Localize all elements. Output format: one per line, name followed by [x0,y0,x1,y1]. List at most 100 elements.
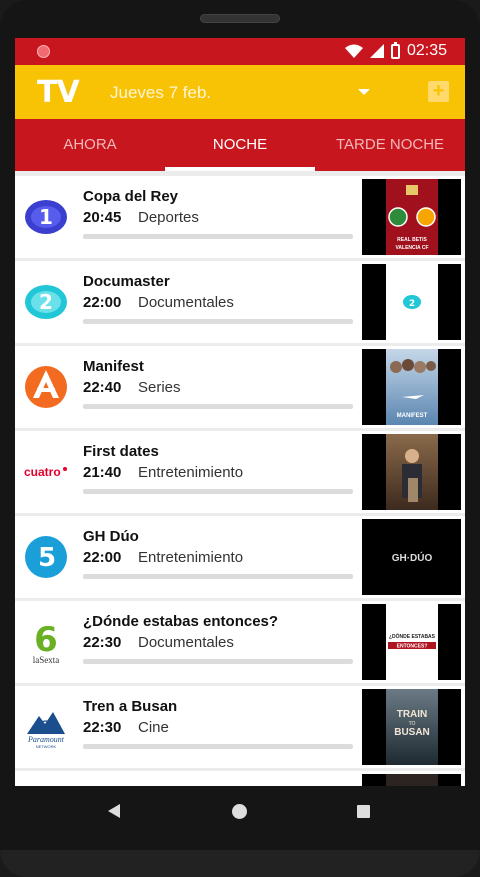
progress-bar [83,234,353,239]
program-genre: Deportes [138,209,199,226]
program-genre: Cine [138,719,169,736]
program-time: 20:45 [83,209,122,226]
time-tabs: AHORA NOCHE TARDE NOCHE [15,119,465,171]
program-genre: Documentales [138,634,234,651]
notification-icon [37,45,50,58]
thumbnail-image: 2 [403,295,421,309]
program-thumbnail [362,774,461,786]
svg-text:MANIFEST: MANIFEST [397,413,428,419]
program-genre: Entretenimiento [138,549,244,566]
antena3-logo-icon [25,366,67,408]
svg-text:laSexta: laSexta [33,655,60,665]
status-icons: 02:35 [344,41,447,60]
thumbnail-image: TRAIN TO BUSAN [394,709,430,738]
program-title: GH Dúo [83,528,139,545]
app-screen: 02:35 TV Jueves 7 feb. + AHORA NOCHE TAR… [15,38,465,786]
program-thumbnail: MANIFEST [362,349,461,425]
cuatro-logo-icon: cuatro [24,465,67,479]
program-thumbnail: GH·DÚO [362,519,461,595]
phone-speaker [200,14,280,23]
svg-text:cuatro: cuatro [24,465,61,479]
list-item[interactable]: 1 Copa del Rey 20:45 Deportes REAL BETIS… [15,176,465,258]
svg-text:1: 1 [39,205,53,229]
la2-logo-icon: 2 [25,285,67,319]
svg-text:Paramount: Paramount [27,735,65,744]
program-title: Tren a Busan [83,698,178,715]
back-icon[interactable] [108,804,120,818]
svg-text:BUSAN: BUSAN [394,727,430,738]
svg-text:5: 5 [38,543,56,573]
app-logo: TV [37,75,80,110]
program-genre: Documentales [138,294,234,311]
list-item[interactable]: 6 laSexta ¿Dónde estabas entonces? 22:30… [15,601,465,683]
thumbnail-image: REAL BETIS VALENCIA CF [388,185,436,251]
tab-noche[interactable]: NOCHE [165,119,315,171]
program-time: 22:40 [83,379,122,396]
program-title: Documaster [83,273,170,290]
phone-bottom-edge [0,850,480,877]
home-icon[interactable] [232,804,247,819]
program-title: ¿Dónde estabas entonces? [83,613,279,630]
thumbnail-image: ¿DÓNDE ESTABAS ENTONCES? [388,632,436,650]
progress-bar [83,489,353,494]
la1-logo-icon: 1 [25,200,67,234]
system-nav-bar [0,786,480,836]
program-thumbnail: TRAIN TO BUSAN [362,689,461,765]
telecinco-logo-icon: 5 [25,536,67,578]
program-thumbnail: REAL BETIS VALENCIA CF [362,179,461,255]
program-thumbnail [362,434,461,510]
thumbnail-image: GH·DÚO [392,551,433,564]
list-item[interactable] [15,771,465,786]
program-time: 22:00 [83,294,122,311]
add-button[interactable]: + [428,81,449,102]
status-bar: 02:35 [15,38,465,65]
program-title: First dates [83,443,159,460]
svg-text:2: 2 [409,299,415,309]
progress-bar [83,404,353,409]
program-title: Copa del Rey [83,188,179,205]
status-time: 02:35 [406,42,447,59]
thumbnail-image: MANIFEST [390,359,436,419]
progress-bar [83,659,353,664]
svg-text:ENTONCES?: ENTONCES? [397,644,428,650]
program-thumbnail: 2 [362,264,461,340]
tab-indicator [165,167,315,171]
svg-text:NETWORK: NETWORK [36,744,57,749]
tab-tarde-noche[interactable]: TARDE NOCHE [315,119,465,171]
svg-text:REAL BETIS: REAL BETIS [397,237,427,243]
tab-ahora[interactable]: AHORA [15,119,165,171]
signal-icon [369,44,384,58]
battery-icon [390,41,400,59]
lasexta-logo-icon: 6 laSexta [33,620,60,665]
list-item[interactable]: 2 Documaster 22:00 Documentales 2 [15,261,465,343]
program-time: 21:40 [83,464,122,481]
recent-apps-icon[interactable] [357,805,370,818]
program-time: 22:30 [83,719,122,736]
progress-bar [83,744,353,749]
paramount-logo-icon: Paramount NETWORK [27,712,65,749]
svg-text:2: 2 [39,290,53,314]
date-selector[interactable]: Jueves 7 feb. [110,83,211,103]
svg-text:GH·DÚO: GH·DÚO [392,551,433,564]
program-time: 22:00 [83,549,122,566]
svg-text:TRAIN: TRAIN [397,709,428,720]
list-item[interactable]: cuatro First dates 21:40 Entretenimiento [15,431,465,513]
list-item[interactable]: 5 GH Dúo 22:00 Entretenimiento GH·DÚO [15,516,465,598]
program-genre: Entretenimiento [138,464,244,481]
list-item[interactable]: Paramount NETWORK Tren a Busan 22:30 Cin… [15,686,465,768]
list-item[interactable]: Manifest 22:40 Series MANIFEST [15,346,465,428]
program-time: 22:30 [83,634,122,651]
program-thumbnail: ¿DÓNDE ESTABAS ENTONCES? [362,604,461,680]
app-bar: TV Jueves 7 feb. + [15,65,465,119]
progress-bar [83,574,353,579]
svg-text:6: 6 [34,620,58,660]
program-title: Manifest [83,358,144,375]
phone-frame: 02:35 TV Jueves 7 feb. + AHORA NOCHE TAR… [0,0,480,877]
progress-bar [83,319,353,324]
thumbnail-image [402,449,422,502]
wifi-icon [344,44,363,58]
svg-text:¿DÓNDE ESTABAS: ¿DÓNDE ESTABAS [389,632,436,640]
program-genre: Series [138,379,181,396]
svg-text:VALENCIA CF: VALENCIA CF [395,245,428,251]
chevron-down-icon[interactable] [358,89,370,95]
